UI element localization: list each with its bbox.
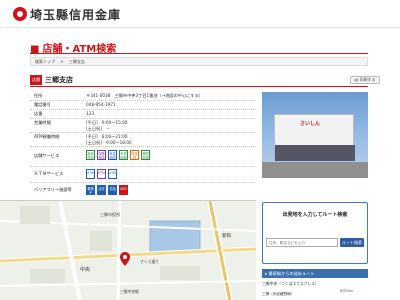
night-depository-icon: 夜間金庫: [141, 150, 150, 160]
building-sign: さいしん: [300, 121, 321, 127]
atm-service-icon: ATM: [97, 169, 106, 179]
info-row-address: 住所 〒341-0038 三郷市中央3丁目1番地（→地図の中心にする）: [30, 92, 256, 101]
branch-info-table: 住所 〒341-0038 三郷市中央3丁目1番地（→地図の中心にする） 電話番号…: [30, 92, 256, 199]
info-label: 営業時間: [34, 120, 51, 125]
currency-exchange-icon: 外貨両替: [119, 150, 128, 160]
walk-icon: ▸: [265, 271, 268, 276]
info-row-atm-hours: ATM稼働時間 [平日] 8:00～21:00 [土日祝] 9:00～18:00: [30, 133, 256, 147]
bank-logo-icon[interactable]: [13, 7, 27, 21]
map-label: 三郷中央駅: [120, 289, 139, 294]
map-label: 中央: [80, 266, 90, 273]
nearest-station-heading: ▸ 最寄駅からの徒歩ルート: [262, 269, 368, 278]
print-button-label: 印刷する: [359, 77, 376, 82]
safe-deposit-icon: 貸金庫: [130, 150, 139, 160]
route-origin-input[interactable]: [266, 238, 338, 247]
aed-icon: AED: [119, 185, 128, 195]
site-header: 埼玉縣信用金庫: [0, 0, 400, 28]
info-value: [土日祝] 9:00～18:00: [86, 140, 132, 145]
breadcrumb-current: 三郷支店: [68, 59, 85, 64]
breadcrumb: 検索トップ > 三郷支店: [30, 57, 368, 66]
atm-service-icons: ATM ATM ATM: [86, 169, 254, 181]
sign-language-icon: 手話: [108, 185, 117, 195]
barrier-free-icons: 車椅子点字 手話 AED: [86, 185, 254, 197]
info-label: 住所: [34, 93, 43, 98]
info-row-store-services: 店舗サービス 投資信託保険相談年金相談外貨両替貸金庫夜間金庫: [30, 147, 256, 167]
map-pin-icon[interactable]: [120, 252, 130, 266]
info-value: [土日祝] －: [86, 126, 111, 131]
info-label: ATM稼働時間: [34, 134, 60, 139]
breadcrumb-separator-icon: >: [60, 59, 64, 64]
info-label: 店舗サービス: [34, 153, 60, 158]
info-label: バリアフリー施設等: [34, 187, 72, 192]
info-row-atm-services: ＡＴＭサービス ATM ATM ATM: [30, 167, 256, 183]
print-button[interactable]: ▤ 印刷する: [350, 76, 380, 84]
route-search-panel: 出発地を入力してルート検索 ルート検索: [262, 202, 368, 264]
info-row-barrier-free: バリアフリー施設等 車椅子点字 手話 AED: [30, 183, 256, 199]
map-label: さくら通り: [140, 259, 159, 264]
info-value[interactable]: 〒341-0038 三郷市中央3丁目1番地（→地図の中心にする）: [86, 93, 254, 99]
atm-service-icon: ATM: [108, 169, 117, 179]
nearest-station-heading-text: 最寄駅からの徒歩ルート: [268, 271, 315, 276]
print-icon: ▤: [354, 77, 359, 82]
branch-name: 三郷支店: [45, 76, 73, 84]
info-row-phone: 電話番号 048-954-1971: [30, 101, 256, 110]
insurance-service-icon: 保険相談: [97, 150, 106, 160]
bank-logo-text[interactable]: 埼玉縣信用金庫: [30, 6, 121, 23]
branch-header: 店舗 三郷支店 ▤ 印刷する: [30, 75, 380, 87]
info-value: 048-954-1971: [86, 102, 116, 107]
info-label: 店番: [34, 111, 43, 116]
info-value: 123: [86, 111, 94, 116]
branch-type-badge: 店舗: [30, 75, 42, 85]
braille-icon: 点字: [97, 185, 106, 195]
route-search-title: 出発地を入力してルート検索: [282, 212, 348, 218]
map-label: 新和: [222, 232, 231, 239]
ground-shape: [262, 162, 368, 178]
map-canvas: 三郷市役所 中央 新和 さくら通り 三郷中央駅: [0, 201, 256, 300]
branch-photo: さいしん: [262, 92, 368, 178]
branch-map[interactable]: 三郷市役所 中央 新和 さくら通り 三郷中央駅: [0, 200, 256, 300]
wheelchair-icon: 車椅子: [86, 185, 95, 195]
info-label: 電話番号: [34, 102, 51, 107]
route-search-button[interactable]: ルート検索: [340, 238, 364, 247]
map-label: 三郷市役所: [100, 211, 120, 217]
station-route-2[interactable]: 三郷（JR武蔵野線）: [262, 292, 368, 297]
station-route-1[interactable]: 三郷中央（つくばエクスプレス）: [262, 281, 368, 287]
store-service-icons: 投資信託保険相談年金相談外貨両替貸金庫夜間金庫: [86, 150, 254, 162]
title-divider: [30, 53, 368, 54]
info-row-hours: 営業時間 [平日] 9:00～15:00 [土日祝] －: [30, 119, 256, 133]
info-row-branch-number: 店番 123: [30, 110, 256, 119]
investment-service-icon: 投資信託: [86, 150, 95, 160]
pension-service-icon: 年金相談: [108, 150, 117, 160]
info-label: ＡＴＭサービス: [34, 171, 64, 176]
atm-service-icon: ATM: [86, 169, 95, 179]
map-pool: [149, 220, 201, 254]
breadcrumb-home-link[interactable]: 検索トップ: [35, 59, 55, 64]
